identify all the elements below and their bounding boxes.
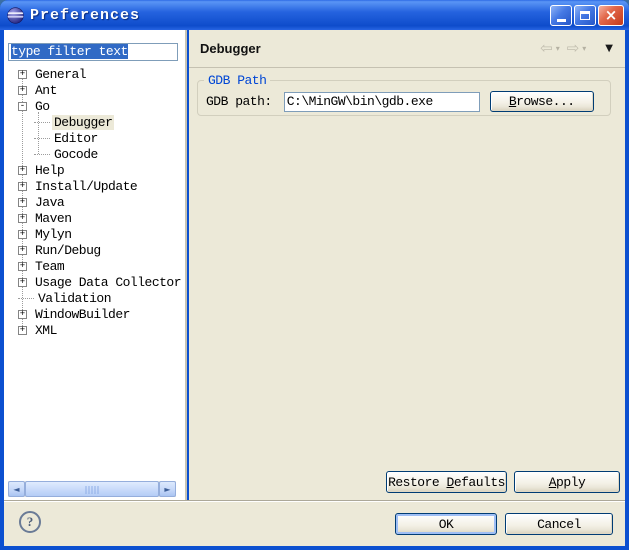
tree-item-validation[interactable]: Validation	[4, 290, 183, 306]
tree-item-label: Gocode	[52, 147, 100, 162]
gdb-path-row: GDB path: Browse...	[198, 88, 610, 112]
restore-defaults-button[interactable]: Restore Defaults	[386, 471, 507, 493]
expand-icon[interactable]: +	[18, 262, 27, 271]
apply-button[interactable]: Apply	[514, 471, 620, 493]
tree-item-windowbuilder[interactable]: + WindowBuilder	[4, 306, 183, 322]
tree-item-run-debug[interactable]: + Run/Debug	[4, 242, 183, 258]
minimize-button[interactable]	[550, 5, 572, 26]
filter-text-selected: type filter text	[11, 44, 128, 59]
tree-item-general[interactable]: + General	[4, 66, 183, 82]
dialog-footer: ? OK Cancel	[4, 500, 625, 546]
scrollbar-grip-icon	[86, 486, 99, 494]
view-menu-icon[interactable]: ▼	[605, 43, 613, 54]
tree-item-label: Run/Debug	[33, 243, 103, 258]
expand-icon[interactable]: +	[18, 198, 27, 207]
titlebar[interactable]: Preferences ×	[0, 0, 629, 30]
tree-item-maven[interactable]: + Maven	[4, 210, 183, 226]
tree-connector	[18, 298, 34, 299]
expand-icon[interactable]: +	[18, 86, 27, 95]
expand-icon[interactable]: +	[18, 214, 27, 223]
group-title: GDB Path	[204, 73, 270, 88]
scroll-left-button[interactable]: ◄	[8, 481, 25, 497]
tree-item-ant[interactable]: + Ant	[4, 82, 183, 98]
cancel-button[interactable]: Cancel	[505, 513, 613, 535]
header-nav: ⇦ ▾ ⇨ ▾ ▼	[540, 41, 613, 56]
tree-item-go[interactable]: -Go	[4, 98, 183, 114]
back-icon[interactable]: ⇦	[540, 41, 553, 56]
help-icon: ?	[27, 514, 34, 530]
tree-item-editor[interactable]: Editor	[4, 130, 183, 146]
help-button[interactable]: ?	[19, 511, 41, 533]
preferences-tree: + General + Ant-GoDebuggerEditorGocode + Help…	[4, 66, 183, 478]
expand-icon[interactable]: +	[18, 246, 27, 255]
close-icon: ×	[605, 8, 618, 23]
tree-item-team[interactable]: + Team	[4, 258, 183, 274]
scroll-left-icon: ◄	[13, 485, 19, 494]
window-title: Preferences	[30, 7, 140, 24]
expand-icon[interactable]: +	[18, 70, 27, 79]
tree-item-label: WindowBuilder	[33, 307, 132, 322]
tree-item-debugger[interactable]: Debugger	[4, 114, 183, 130]
expand-icon[interactable]: +	[18, 182, 27, 191]
tree-item-usage-data-collector[interactable]: + Usage Data Collector	[4, 274, 183, 290]
tree-item-label: XML	[33, 323, 59, 338]
tree-item-label: Team	[33, 259, 66, 274]
gdb-path-group: GDB Path GDB path: Browse...	[197, 73, 611, 116]
collapse-icon[interactable]: -	[18, 102, 27, 111]
scroll-right-button[interactable]: ►	[159, 481, 176, 497]
tree-connector	[34, 154, 50, 155]
tree-connector	[34, 138, 50, 139]
tree-item-label: Maven	[33, 211, 74, 226]
scroll-right-icon: ►	[164, 485, 170, 494]
browse-button[interactable]: Browse...	[490, 91, 594, 112]
tree-item-label: Debugger	[52, 115, 114, 130]
scrollbar-thumb[interactable]	[25, 481, 159, 497]
ok-button[interactable]: OK	[395, 513, 497, 535]
tree-item-xml[interactable]: + XML	[4, 322, 183, 338]
expand-icon[interactable]: +	[18, 326, 27, 335]
preferences-dialog: Preferences × type filter text +General+…	[0, 0, 629, 550]
tree-item-label: Usage Data Collector	[33, 275, 183, 290]
tree-item-label: Editor	[52, 131, 100, 146]
close-button[interactable]: ×	[598, 5, 624, 26]
tree-item-label: General	[33, 67, 88, 82]
maximize-button[interactable]	[574, 5, 596, 26]
window-controls: ×	[548, 5, 624, 26]
gdb-path-input[interactable]	[284, 92, 480, 112]
maximize-icon	[580, 11, 590, 20]
page-title: Debugger	[200, 41, 261, 56]
expand-icon[interactable]: +	[18, 230, 27, 239]
tree-item-label: Help	[33, 163, 66, 178]
tree-item-label: Validation	[36, 291, 113, 306]
gdb-path-label: GDB path:	[206, 94, 272, 109]
tree-item-label: Mylyn	[33, 227, 74, 242]
back-dropdown-icon[interactable]: ▾	[556, 44, 560, 53]
tree-item-label: Java	[33, 195, 66, 210]
minimize-icon	[557, 19, 566, 22]
tree-item-label: Go	[33, 99, 52, 114]
sidebar: type filter text + General + Ant-GoDebugger…	[4, 30, 187, 500]
expand-icon[interactable]: +	[18, 310, 27, 319]
tree-item-label: Install/Update	[33, 179, 139, 194]
expand-icon[interactable]: +	[18, 166, 27, 175]
tree-item-gocode[interactable]: Gocode	[4, 146, 183, 162]
tree-item-mylyn[interactable]: + Mylyn	[4, 226, 183, 242]
tree-connector	[34, 122, 50, 123]
tree-item-java[interactable]: + Java	[4, 194, 183, 210]
panel-button-bar: Restore Defaults Apply	[386, 471, 620, 493]
tree-item-help[interactable]: + Help	[4, 162, 183, 178]
content-panel: Debugger ⇦ ▾ ⇨ ▾ ▼ GDB Path GDB path: Br…	[189, 30, 625, 500]
expand-icon[interactable]: +	[18, 278, 27, 287]
forward-icon[interactable]: ⇨	[567, 41, 580, 56]
tree-horizontal-scrollbar[interactable]: ◄ ►	[8, 481, 176, 497]
page-header: Debugger ⇦ ▾ ⇨ ▾ ▼	[189, 30, 625, 68]
filter-input[interactable]: type filter text	[8, 43, 178, 61]
eclipse-logo-icon	[7, 7, 24, 24]
tree-item-install-update[interactable]: + Install/Update	[4, 178, 183, 194]
tree-item-label: Ant	[33, 83, 59, 98]
forward-dropdown-icon[interactable]: ▾	[582, 44, 586, 53]
